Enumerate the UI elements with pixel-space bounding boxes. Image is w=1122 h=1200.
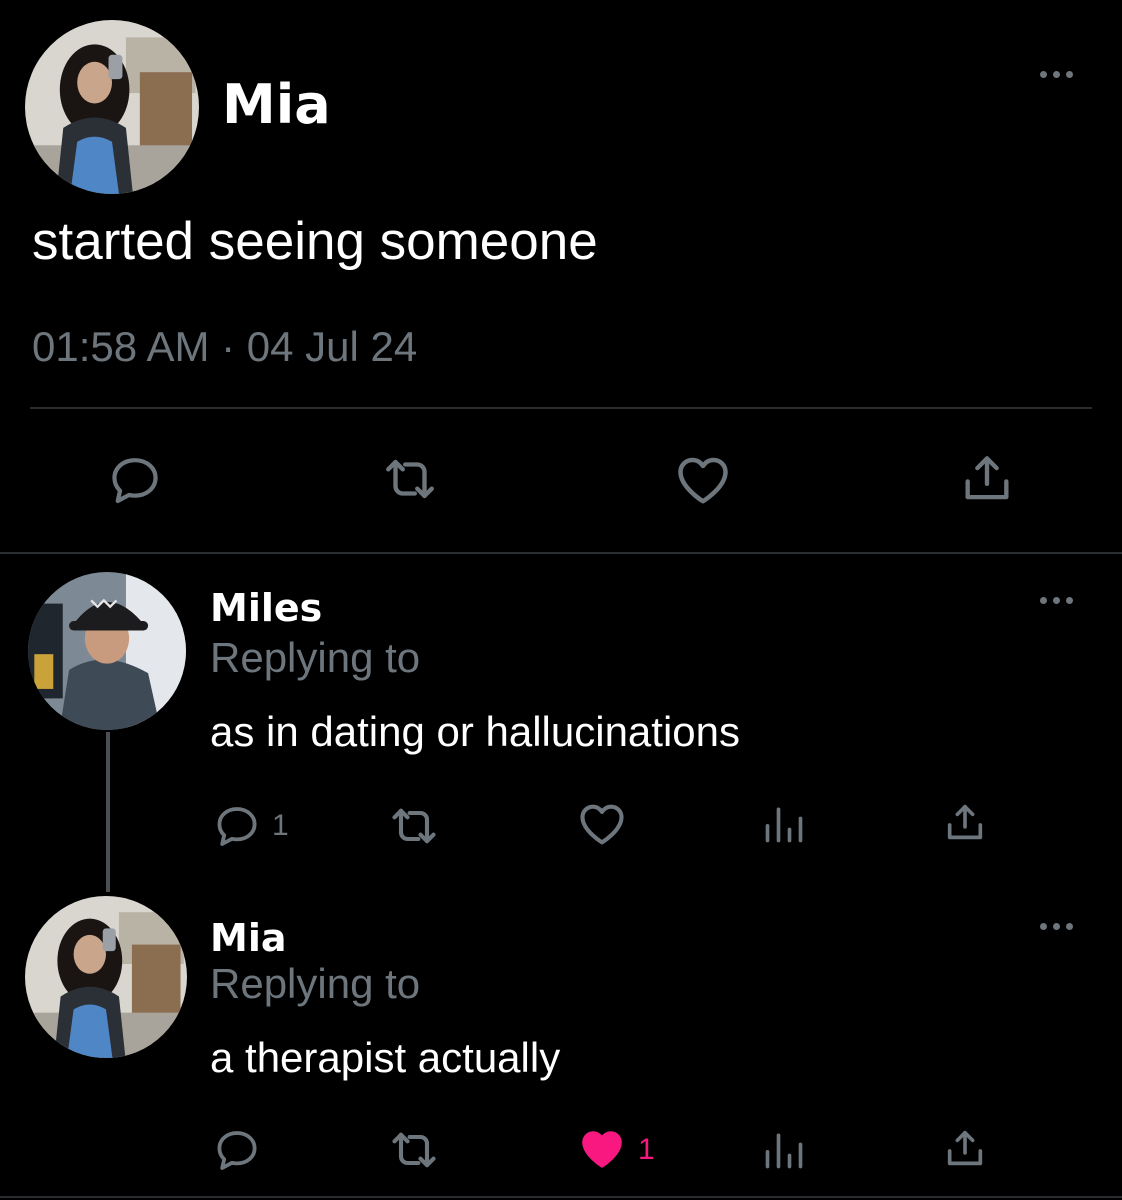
share-icon[interactable] (942, 800, 988, 846)
reply-text: as in dating or hallucinations (210, 708, 741, 755)
author-name[interactable]: Mia (222, 74, 331, 136)
like-icon[interactable] (576, 798, 628, 850)
more-options-icon[interactable] (1040, 68, 1080, 80)
thread-line (106, 732, 110, 892)
analytics-icon[interactable] (762, 1128, 806, 1172)
more-options-icon[interactable] (1040, 920, 1080, 932)
retweet-icon[interactable] (388, 1124, 440, 1176)
divider (0, 552, 1122, 554)
author-name[interactable]: Miles (210, 586, 322, 630)
avatar-photo (28, 572, 186, 730)
retweet-icon[interactable] (388, 800, 440, 852)
author-name[interactable]: Mia (210, 916, 286, 960)
reply-icon[interactable] (106, 452, 164, 508)
share-icon[interactable] (958, 450, 1016, 508)
replying-to-label: Replying to (210, 960, 421, 1007)
analytics-icon[interactable] (762, 802, 806, 846)
reply-count: 1 (272, 809, 289, 842)
reply-text: a therapist actually (210, 1034, 561, 1081)
post-text: started seeing someone (32, 212, 598, 271)
like-icon[interactable] (672, 450, 734, 510)
like-count: 1 (638, 1133, 655, 1166)
avatar-mia[interactable] (25, 20, 199, 194)
avatar-photo (25, 20, 199, 194)
avatar-mia[interactable] (25, 896, 187, 1058)
retweet-icon[interactable] (380, 450, 440, 508)
reply-icon[interactable] (212, 802, 262, 850)
avatar-photo (25, 896, 187, 1058)
avatar-miles[interactable] (28, 572, 186, 730)
divider (30, 407, 1092, 409)
share-icon[interactable] (942, 1126, 988, 1172)
divider (0, 1196, 1122, 1198)
like-icon-active[interactable] (576, 1124, 628, 1174)
more-options-icon[interactable] (1040, 594, 1080, 606)
replying-to-label: Replying to (210, 634, 421, 681)
reply-icon[interactable] (212, 1126, 262, 1174)
post-timestamp: 01:58 AM · 04 Jul 24 (32, 323, 418, 370)
